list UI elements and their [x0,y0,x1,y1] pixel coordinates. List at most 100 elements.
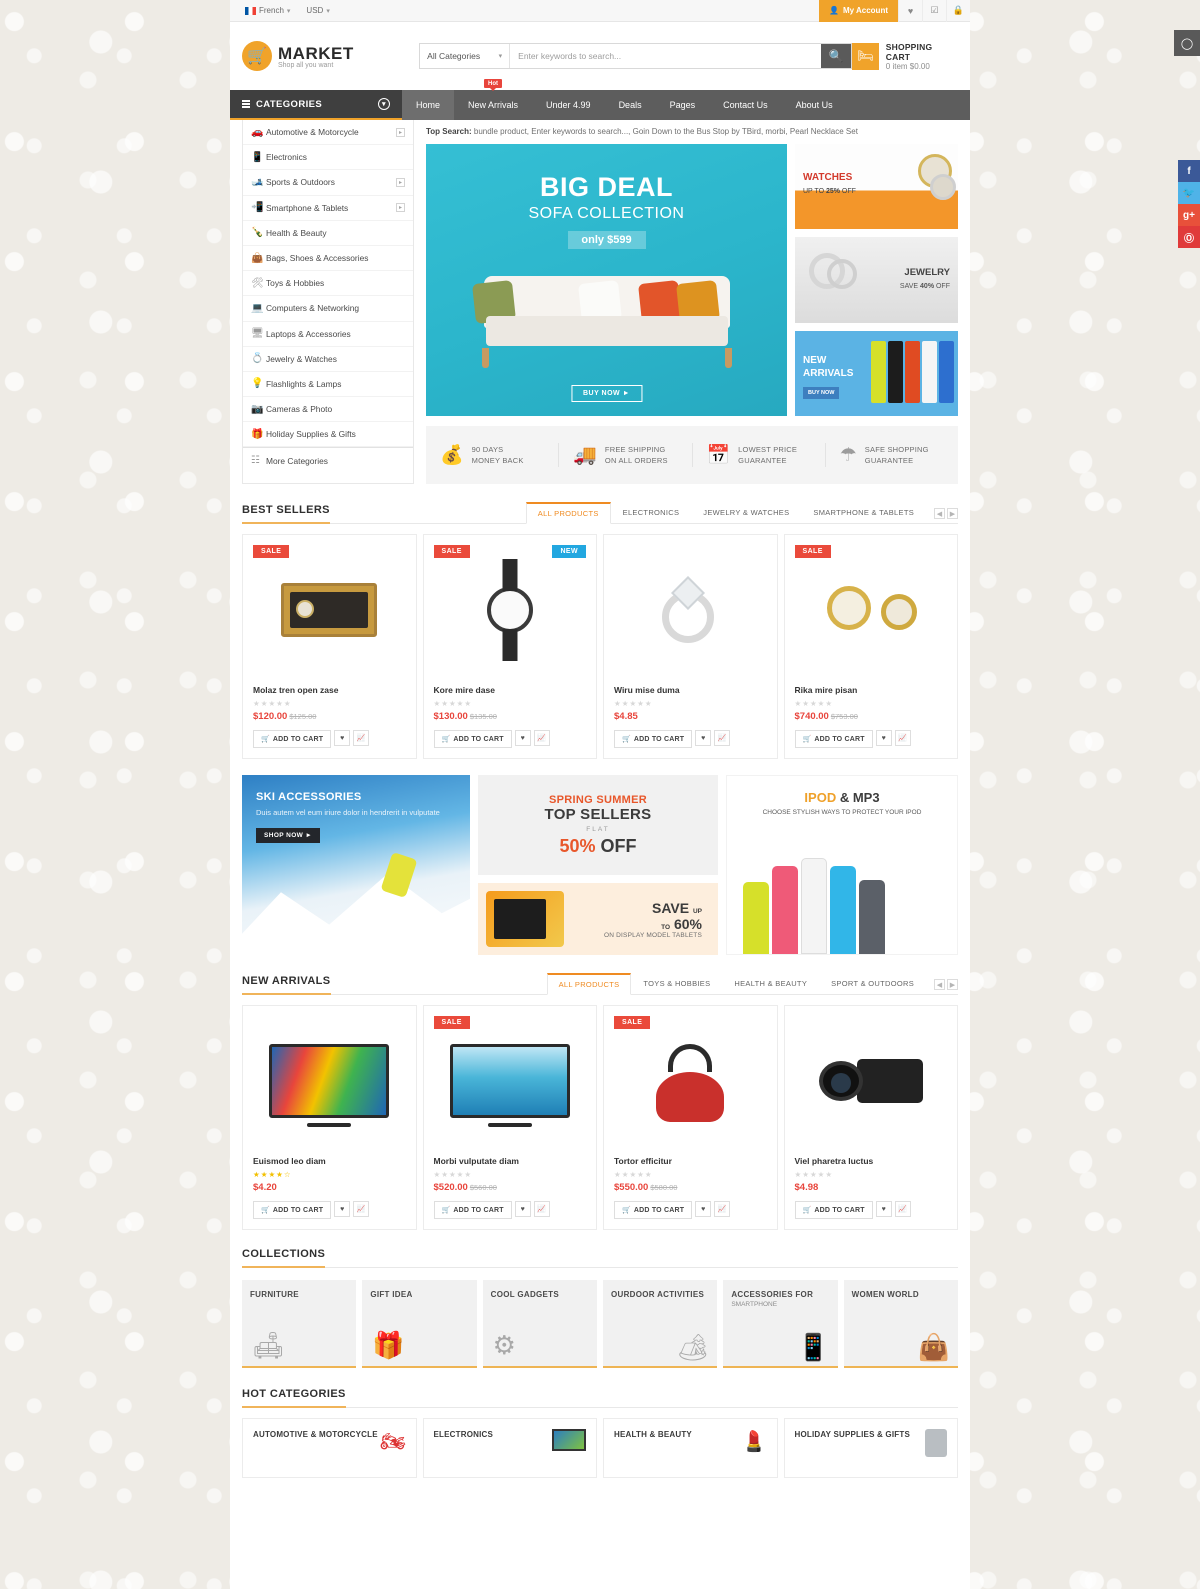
sidebar-item-more-categories[interactable]: ☷ More Categories [243,447,413,472]
wishlist-icon[interactable]: ♥ [334,1201,351,1217]
promo-watches[interactable]: WATCHES UP TO 25% OFF [795,144,958,230]
currency-selector[interactable]: USD ▾ [299,0,336,22]
compare-icon[interactable]: 📈 [714,730,731,746]
banner-ski-accessories[interactable]: SKI ACCESSORIES Duis autem vel eum iriur… [242,775,470,955]
sidebar-item-toys[interactable]: 🛠 Toys & Hobbies [243,271,413,297]
add-to-cart-button[interactable]: 🛒 ADD TO CART [614,730,693,748]
my-account-button[interactable]: 👤 My Account [818,0,898,22]
sidebar-item-cameras[interactable]: 📷 Cameras & Photo [243,397,413,423]
social-googleplus[interactable]: g+ [1178,204,1200,226]
collection-cool-gadgets[interactable]: COOL GADGETS ⚙ [482,1280,597,1368]
compare-icon[interactable]: ☑ [922,0,946,22]
hot-category-holiday-supplies[interactable]: HOLIDAY SUPPLIES & GIFTS [783,1418,958,1478]
tab-all-products[interactable]: ALL PRODUCTS [546,973,632,995]
search-category-select[interactable]: All Categories ▾ [420,44,511,68]
add-to-cart-button[interactable]: 🛒 ADD TO CART [433,730,512,748]
wishlist-icon[interactable]: ♥ [514,730,531,746]
add-to-cart-button[interactable]: 🛒 ADD TO CART [794,1201,873,1219]
collection-gift-idea[interactable]: GIFT IDEA 🎁 [362,1280,477,1368]
add-to-cart-button[interactable]: 🛒 ADD TO CART [253,730,332,748]
add-to-cart-button[interactable]: 🛒 ADD TO CART [253,1201,332,1219]
compare-icon[interactable]: 📈 [714,1201,731,1217]
collection-furniture[interactable]: FURNITURE 🛋 [242,1280,357,1368]
wishlist-icon[interactable]: ♥ [695,1201,712,1217]
product-card[interactable]: SALE Rika mire pisan ★★★★★ $740.00 $753.0… [783,534,958,759]
sidebar-item-smartphone[interactable]: 📲 Smartphone & Tablets ▸ [243,196,413,221]
next-arrow-icon[interactable]: ▶ [947,979,958,990]
lock-icon[interactable]: 🔒 [946,0,970,22]
product-card[interactable]: Viel pharetra luctus ★★★★★ $4.98 🛒 ADD TO… [783,1005,958,1230]
wishlist-icon[interactable]: ♥ [875,730,892,746]
product-card[interactable]: Wiru mise duma ★★★★★ $4.85 🛒 ADD TO CART … [603,534,778,759]
wishlist-icon[interactable]: ♥ [514,1201,531,1217]
tab-smartphone-tablets[interactable]: SMARTPHONE & TABLETS [801,502,926,523]
add-to-cart-button[interactable]: 🛒 ADD TO CART [433,1201,512,1219]
promo-jewelry[interactable]: JEWELRY SAVE 40% OFF [795,237,958,323]
social-facebook[interactable]: f [1178,160,1200,182]
compare-icon[interactable]: 📈 [894,730,911,746]
hot-category-automotive[interactable]: AUTOMOTIVE & MOTORCYCLE 🏍 [242,1418,417,1478]
wishlist-icon[interactable]: ♥ [695,730,712,746]
product-card[interactable]: SALE Tortor efficitur ★★★★★ $550.00 $580.… [603,1005,778,1230]
wishlist-icon[interactable]: ♥ [334,730,351,746]
wishlist-icon[interactable]: ♥ [875,1201,892,1217]
banner-ipod-mp3[interactable]: IPOD & MP3 CHOOSE STYLISH WAYS TO PROTEC… [726,775,958,955]
tab-sport-outdoors[interactable]: SPORT & OUTDOORS [819,973,926,994]
sidebar-item-flashlights[interactable]: 💡 Flashlights & Lamps [243,372,413,398]
sidebar-item-jewelry[interactable]: 💍 Jewelry & Watches [243,347,413,372]
banner-top-sellers[interactable]: SPRING SUMMER TOP SELLERS FLAT 50% OFF [478,775,718,875]
product-card[interactable]: Euismod leo diam ★★★★☆ $4.20 🛒 ADD TO CAR… [242,1005,417,1230]
prev-arrow-icon[interactable]: ◀ [934,508,945,519]
tab-health-beauty[interactable]: HEALTH & BEAUTY [722,973,819,994]
tab-electronics[interactable]: ELECTRONICS [611,502,692,523]
nav-item-deals[interactable]: Deals [605,90,656,120]
shopping-cart-widget[interactable]: 🛏 SHOPPING CART 0 item $0.00 [852,42,958,71]
nav-item-contact-us[interactable]: Contact Us [709,90,782,120]
compare-icon[interactable]: 📈 [353,1201,370,1217]
product-card[interactable]: SALE Morbi vulputate diam ★★★★★ $520.00 $… [422,1005,597,1230]
nav-item-home[interactable]: Home [402,90,455,120]
compare-icon[interactable]: 📈 [894,1201,911,1217]
hero-cta-button[interactable]: BUY NOW ► [570,385,643,402]
ski-cta-button[interactable]: SHOP NOW ► [256,827,321,843]
sidebar-item-automotive[interactable]: 🚗 Automotive & Motorcycle ▸ [243,120,413,146]
search-input[interactable] [510,44,822,68]
categories-toggle[interactable]: CATEGORIES ▾ [230,90,402,120]
sidebar-item-sports[interactable]: 🎿 Sports & Outdoors ▸ [243,170,413,196]
product-card[interactable]: SALE Molaz tren open zase ★★★★★ $120.00 $… [242,534,417,759]
tab-toys-hobbies[interactable]: TOYS & HOBBIES [631,973,722,994]
social-twitter[interactable]: 🐦 [1178,182,1200,204]
nav-item-under-499[interactable]: Under 4.99 [532,90,605,120]
search-button[interactable]: 🔍 [821,44,852,68]
collection-outdoor-activities[interactable]: OURDOOR ACTIVITIES 🏕 [602,1280,718,1368]
promo-cta-button[interactable]: BUY NOW [803,386,840,399]
next-arrow-icon[interactable]: ▶ [947,508,958,519]
logo[interactable]: 🛒 MARKET Shop all you want [242,41,419,71]
add-to-cart-button[interactable]: 🛒 ADD TO CART [794,730,873,748]
banner-save-tablets[interactable]: SAVE UP TO 60% ON DISPLAY MODEL TABLETS [478,883,718,955]
hero-banner[interactable]: BIG DEAL SOFA COLLECTION only $599 BUY N… [426,144,787,416]
sidebar-item-laptops[interactable]: 🖥 Laptops & Accessories [243,322,413,347]
sidebar-item-holiday[interactable]: 🎁 Holiday Supplies & Gifts [243,422,413,448]
hot-category-health-beauty[interactable]: HEALTH & BEAUTY 💄 [603,1418,778,1478]
tab-jewelry-watches[interactable]: JEWELRY & WATCHES [691,502,801,523]
compare-icon[interactable]: 📈 [533,1201,550,1217]
collection-accessories-smartphone[interactable]: ACCESSORIES FOR SMARTPHONE 📱 [723,1280,838,1368]
language-selector[interactable]: French ▾ [238,0,297,22]
sidebar-item-electronics[interactable]: 📱 Electronics [243,145,413,171]
sidebar-item-computers[interactable]: 💻 Computers & Networking [243,296,413,322]
promo-new-arrivals[interactable]: NEW ARRIVALS BUY NOW [795,330,958,416]
tab-all-products[interactable]: ALL PRODUCTS [525,502,611,524]
sidebar-item-bags-shoes[interactable]: 👜 Bags, Shoes & Accessories [243,246,413,272]
wishlist-icon[interactable]: ♥ [898,0,922,22]
compare-icon[interactable]: 📈 [533,730,550,746]
compare-icon[interactable]: 📈 [353,730,370,746]
nav-item-new-arrivals[interactable]: Hot New Arrivals [454,79,532,120]
hot-category-electronics[interactable]: ELECTRONICS [422,1418,597,1478]
collection-women-world[interactable]: WOMEN WORLD 👜 [843,1280,958,1368]
sidebar-item-health-beauty[interactable]: 🍾 Health & Beauty [243,221,413,246]
nav-item-pages[interactable]: Pages [656,90,710,120]
social-pinterest[interactable]: Ⓞ [1178,226,1200,248]
prev-arrow-icon[interactable]: ◀ [934,979,945,990]
skin-switcher-button[interactable]: ◯ [1174,30,1200,56]
